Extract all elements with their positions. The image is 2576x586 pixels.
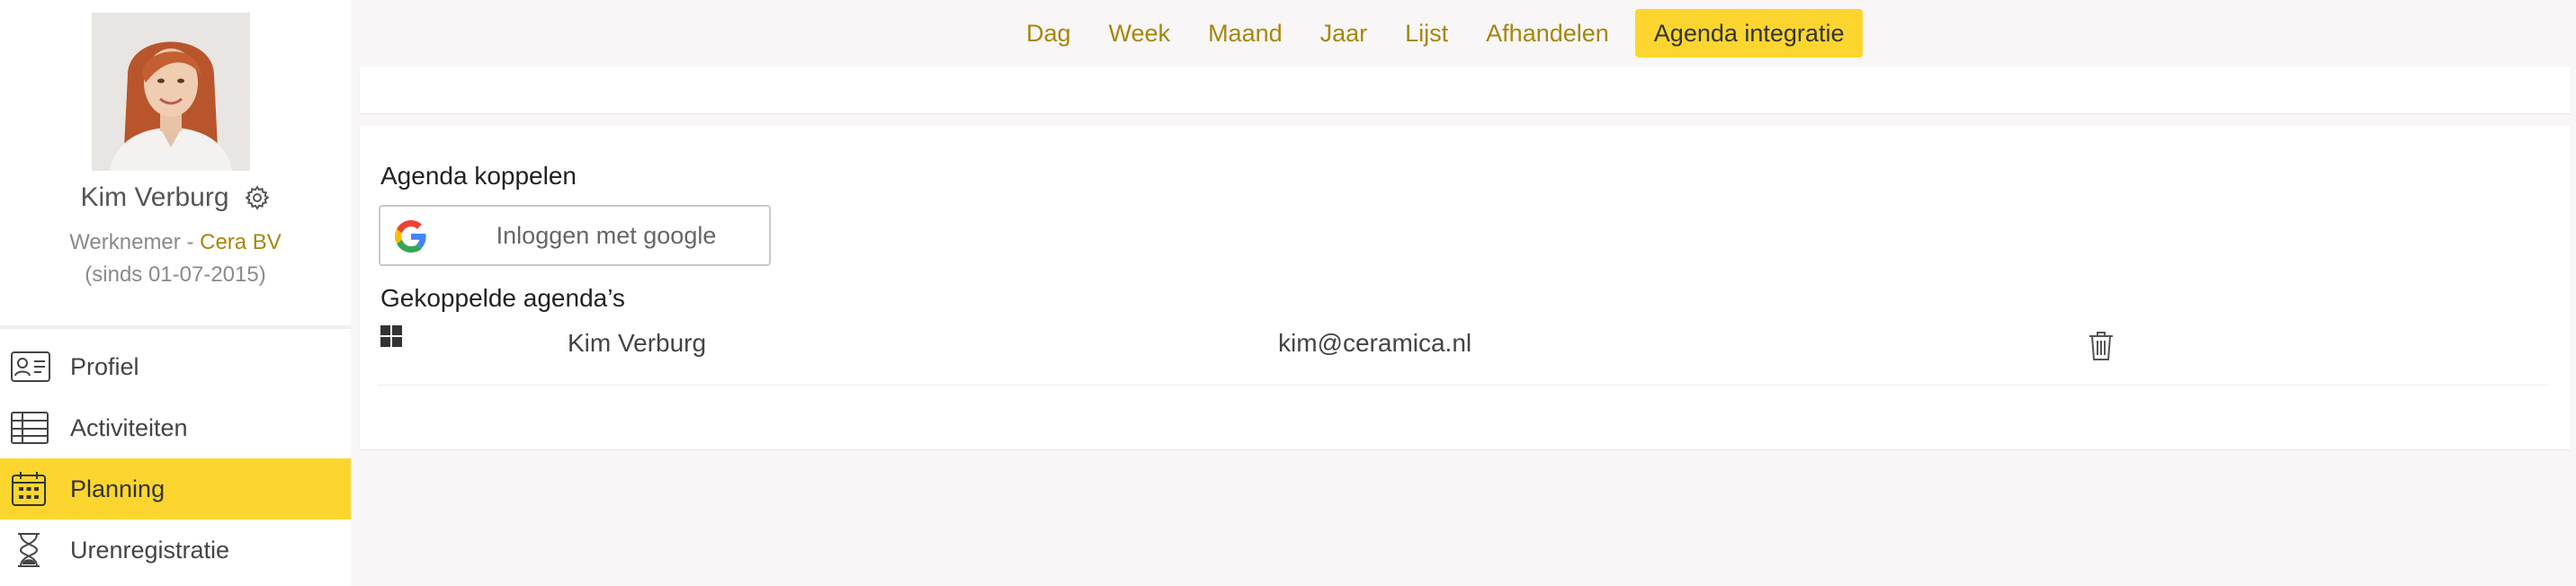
calendar-icon xyxy=(11,471,50,507)
linked-calendar-name: Kim Verburg xyxy=(568,329,707,357)
trash-icon[interactable] xyxy=(2088,331,2115,361)
toolbar-panel xyxy=(360,67,2571,113)
sidebar-item-profiel[interactable]: Profiel xyxy=(0,336,351,397)
sidebar-item-label: Urenregistratie xyxy=(70,536,230,564)
google-login-button[interactable]: Inloggen met google xyxy=(379,205,771,266)
employment-since: (sinds 01-07-2015) xyxy=(85,262,266,287)
tab-week[interactable]: Week xyxy=(1090,9,1190,58)
microsoft-icon xyxy=(380,325,402,347)
profile-card-icon xyxy=(11,349,50,385)
sidebar-item-urenregistratie[interactable]: Urenregistratie xyxy=(0,519,351,581)
google-icon xyxy=(395,220,427,253)
sidebar-item-label: Planning xyxy=(70,475,165,502)
sidebar-item-activiteiten[interactable]: Activiteiten xyxy=(0,397,351,458)
sidebar-divider xyxy=(0,325,351,329)
sidebar-item-label: Profiel xyxy=(70,352,139,380)
hourglass-icon xyxy=(11,532,50,568)
role-separator: - xyxy=(180,230,201,254)
sidebar-item-label: Activiteiten xyxy=(70,413,188,441)
user-role-line: Werknemer - Cera BV xyxy=(0,230,351,255)
tab-agenda-integratie[interactable]: Agenda integratie xyxy=(1634,9,1864,58)
sidebar-nav: Profiel Activiteiten Planning Urenregist… xyxy=(0,336,351,581)
tab-lijst[interactable]: Lijst xyxy=(1386,9,1467,58)
user-name: Kim Verburg xyxy=(80,182,229,212)
google-login-label: Inloggen met google xyxy=(496,222,717,249)
tab-dag[interactable]: Dag xyxy=(1007,9,1090,58)
avatar xyxy=(92,13,250,171)
tab-jaar[interactable]: Jaar xyxy=(1301,9,1387,58)
table-row: Kim Verburg kim@ceramica.nl xyxy=(379,322,2548,386)
linked-title: Gekoppelde agenda’s xyxy=(380,284,625,312)
tab-maand[interactable]: Maand xyxy=(1189,9,1301,58)
sidebar-item-planning[interactable]: Planning xyxy=(0,458,351,519)
connect-title: Agenda koppelen xyxy=(380,162,577,190)
sidebar: Kim Verburg Werknemer - Cera BV (sinds 0… xyxy=(0,0,351,586)
gear-icon[interactable] xyxy=(244,184,271,211)
view-tabs: Dag Week Maand Jaar Lijst Afhandelen Age… xyxy=(1007,9,1864,58)
table-icon xyxy=(11,410,50,446)
tab-afhandelen[interactable]: Afhandelen xyxy=(1467,9,1628,58)
user-role: Werknemer xyxy=(69,230,181,254)
agenda-integration-panel: Agenda koppelen Inloggen met google Geko… xyxy=(360,126,2571,449)
linked-calendar-email: kim@ceramica.nl xyxy=(1278,329,1472,357)
company-link[interactable]: Cera BV xyxy=(200,230,282,254)
